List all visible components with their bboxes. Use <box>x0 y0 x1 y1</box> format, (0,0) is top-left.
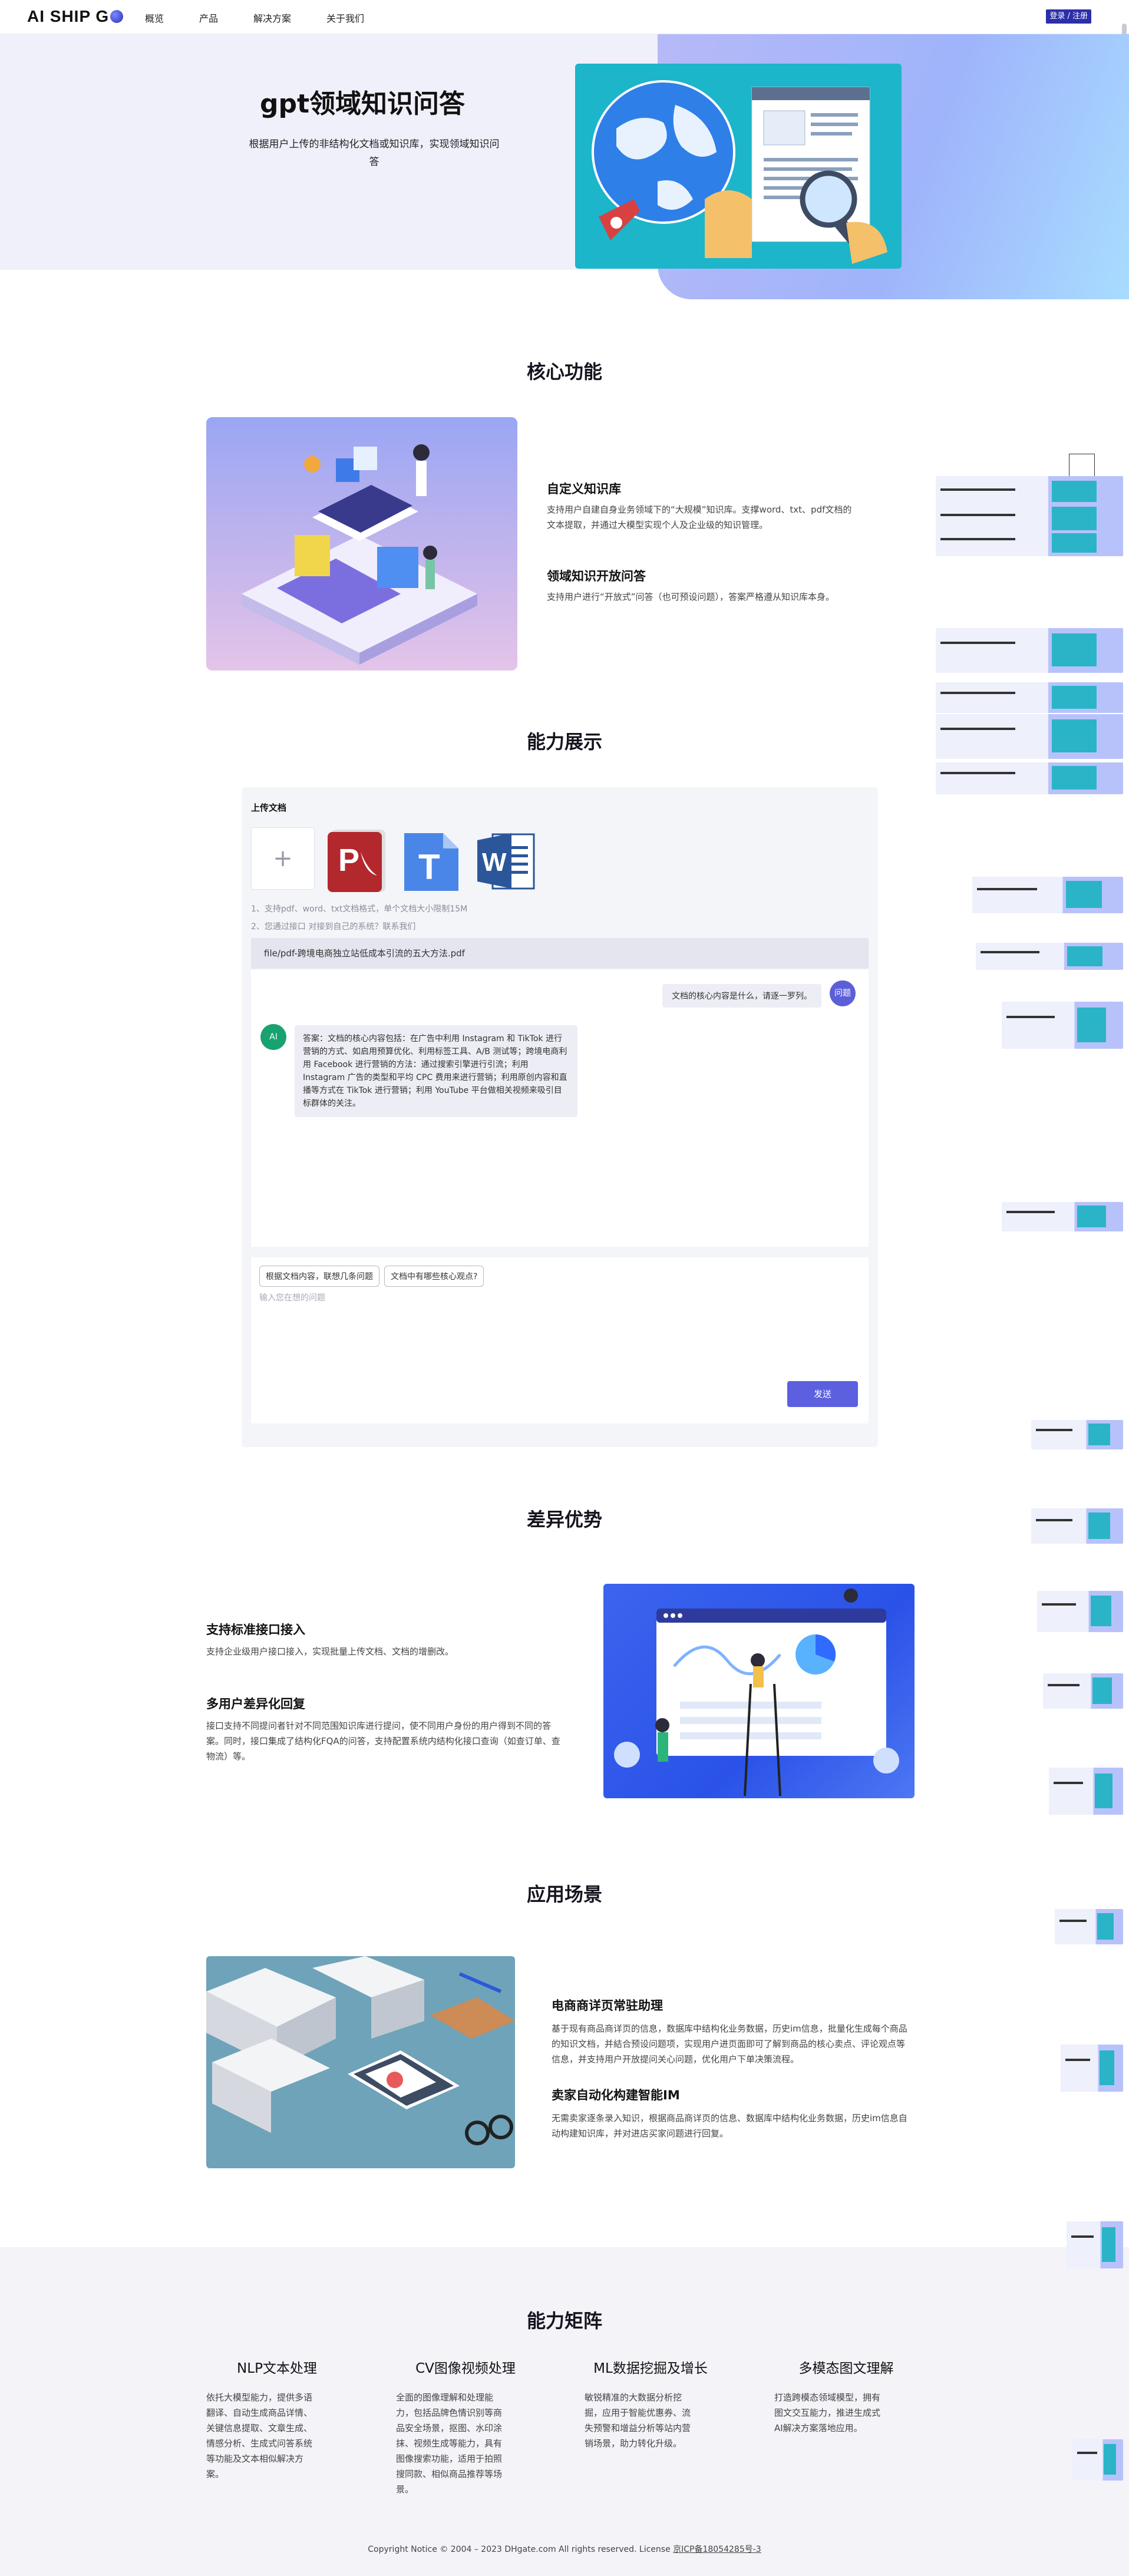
hero-subtitle: 根据用户上传的非结构化文档或知识库，实现领域知识问答 <box>249 138 500 168</box>
word-icon[interactable]: W <box>475 828 539 893</box>
question-avatar: 问题 <box>830 980 856 1006</box>
scenario-desc-smart-im: 无需卖家逐条录入知识，根据商品商详页的信息、数据库中结构化业务数据，历史im信息… <box>552 2113 907 2139</box>
upload-hint-contact[interactable]: 2、您通过接口 对接到自己的系统？联系我们 <box>251 920 415 932</box>
pdf-icon-letter: P <box>338 843 359 878</box>
scenario-title-detail-assistant: 电商商详页常驻助理 <box>552 1999 663 2013</box>
thumbnail <box>1061 2045 1123 2092</box>
advantage-desc-api: 支持企业级用户接口接入，实现批量上传文档、文档的增删改。 <box>206 1646 454 1657</box>
send-button[interactable]: 发送 <box>787 1381 858 1407</box>
advantage-desc-multi-user: 接口支持不同提问者针对不同范围知识库进行提问，使不同用户身份的用户得到不同的答案… <box>206 1720 560 1762</box>
thumbnail <box>976 943 1123 970</box>
logo-text: AI SHIP G <box>27 7 110 25</box>
nav-links: 概览 产品 解决方案 关于我们 <box>145 11 400 25</box>
matrix-col-title-multimodal: 多模态图文理解 <box>798 2361 894 2376</box>
chat-area: 文档的核心内容是什么，请逐一罗列。 问题 AI 答案：文档的核心内容包括：在广告… <box>251 970 869 1247</box>
thumbnail <box>1031 1508 1123 1544</box>
scenarios-illustration <box>206 1956 515 2168</box>
upload-hint-formats: 1、支持pdf、word、txt文档格式，单个文档大小限制15M <box>251 904 468 914</box>
section-title-scenarios: 应用场景 <box>526 1883 602 1905</box>
section-title-core: 核心功能 <box>526 361 602 383</box>
section-title-matrix: 能力矩阵 <box>526 2310 602 2332</box>
demo-panel: 上传文档 + P T W 1、支持pdf、word、txt文档格式，单个文档大小… <box>242 787 878 1447</box>
thumbnail <box>972 877 1123 913</box>
matrix-col-title-cv: CV图像视频处理 <box>415 2361 516 2376</box>
answer-bubble: 答案：文档的核心内容包括：在广告中利用 Instagram 和 TikTok 进… <box>295 1025 577 1117</box>
footer-copyright: Copyright Notice © 2004 – 2023 DHgate.co… <box>368 2545 671 2554</box>
word-icon-letter: W <box>482 848 507 877</box>
section-title-advantages: 差异优势 <box>526 1508 602 1531</box>
feature-desc-open-qa: 支持用户进行“开放式”问答（也可预设问题），答案严格遵从知识库本身。 <box>547 592 835 602</box>
feature-title-open-qa: 领域知识开放问答 <box>547 569 646 583</box>
matrix-col-desc-multimodal: 打造跨模态领域模型，拥有图文交互能力，推进生成式AI解决方案落地应用。 <box>774 2392 881 2433</box>
logo[interactable]: AI SHIP G <box>27 7 124 26</box>
advantage-title-multi-user: 多用户差异化回复 <box>206 1697 305 1711</box>
nav-link-overview[interactable]: 概览 <box>145 11 164 25</box>
nav-link-products[interactable]: 产品 <box>199 11 218 25</box>
thumbnail <box>936 682 1123 713</box>
message-compose-area: 根据文档内容，联想几条问题 文档中有哪些核心观点? 发送 <box>251 1257 869 1424</box>
advantages-illustration <box>603 1584 915 1798</box>
thumbnail <box>1043 1673 1123 1709</box>
pdf-icon[interactable]: P <box>326 828 390 893</box>
advantage-title-api: 支持标准接口接入 <box>206 1623 305 1637</box>
thumbnail <box>1067 2221 1123 2268</box>
thumbnail <box>1002 1202 1123 1231</box>
matrix-col-title-ml: ML数据挖掘及增长 <box>593 2361 708 2376</box>
matrix-col-desc-ml: 敏锐精准的大数据分析挖掘，应用于智能优惠券、流失预警和增益分析等站内营销场景，助… <box>585 2392 691 2449</box>
thumbnail <box>936 762 1123 794</box>
ai-avatar: AI <box>260 1024 286 1050</box>
upload-add-button[interactable]: + <box>251 827 315 890</box>
thumbnail <box>1002 1002 1123 1049</box>
matrix-col-desc-cv: 全面的图像理解和处理能力，包括品牌色情识别等商品安全场景，抠图、水印涂抹、视频生… <box>396 2392 503 2495</box>
footer-icp-link[interactable]: 京ICP备18054285号-3 <box>673 2545 761 2554</box>
txt-icon-letter: T <box>418 847 440 887</box>
capability-matrix <box>0 2247 1129 2576</box>
logo-globe-icon <box>110 10 124 23</box>
scenario-title-smart-im: 卖家自动化构建智能IM <box>552 2088 680 2102</box>
hero-title: gpt领域知识问答 <box>259 89 466 119</box>
top-navbar: AI SHIP G 概览 产品 解决方案 关于我们 登录 / 注册 <box>0 0 1129 34</box>
question-bubble: 文档的核心内容是什么，请逐一罗列。 <box>662 984 821 1008</box>
thumbnail <box>936 714 1123 759</box>
scenario-desc-detail-assistant: 基于现有商品商详页的信息，数据库中结构化业务数据，历史im信息，批量化生成每个商… <box>552 2023 907 2065</box>
core-illustration <box>206 417 517 671</box>
question-input[interactable] <box>259 1292 854 1380</box>
thumbnail <box>936 530 1123 556</box>
suggestion-chips: 根据文档内容，联想几条问题 文档中有哪些核心观点? <box>259 1266 484 1287</box>
matrix-col-desc-nlp: 依托大模型能力，提供多语翻译、自动生成商品详情、关键信息提取、文章生成、情感分析… <box>206 2392 313 2479</box>
suggestion-chip-core-points[interactable]: 文档中有哪些核心观点? <box>384 1266 484 1287</box>
hero-illustration <box>575 64 902 269</box>
current-file-path: file/pdf-跨境电商独立站低成本引流的五大方法.pdf <box>251 938 869 969</box>
thumbnail <box>936 628 1123 673</box>
feature-desc-custom-kb: 支持用户自建自身业务领域下的“大规模”知识库。支撑word、txt、pdf文档的… <box>547 504 852 530</box>
txt-icon[interactable]: T <box>401 828 464 893</box>
upload-label: 上传文档 <box>251 802 287 813</box>
thumbnail <box>1055 1909 1123 1944</box>
feature-title-custom-kb: 自定义知识库 <box>547 482 621 496</box>
thumbnail <box>1031 1420 1123 1449</box>
nav-link-solutions[interactable]: 解决方案 <box>253 11 291 25</box>
thumbnail <box>1072 2439 1123 2481</box>
suggestion-chip-related-questions[interactable]: 根据文档内容，联想几条问题 <box>259 1266 379 1287</box>
thumbnail <box>1049 1768 1123 1815</box>
nav-link-about[interactable]: 关于我们 <box>326 11 364 25</box>
matrix-col-title-nlp: NLP文本处理 <box>237 2361 317 2376</box>
thumbnail <box>1037 1591 1123 1632</box>
footer: Copyright Notice © 2004 – 2023 DHgate.co… <box>0 2543 1129 2555</box>
hero-banner <box>0 34 1129 299</box>
login-register-button[interactable]: 登录 / 注册 <box>1046 9 1091 24</box>
